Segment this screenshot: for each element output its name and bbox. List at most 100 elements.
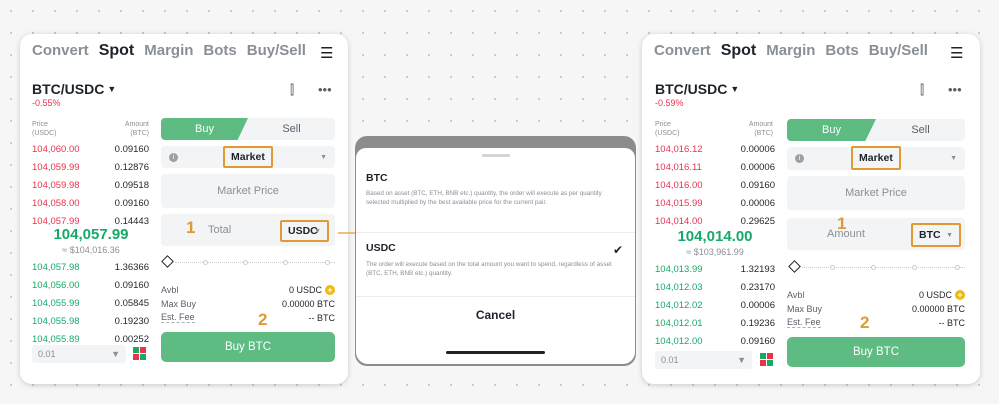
slider-tick[interactable] <box>203 260 208 265</box>
tab-margin[interactable]: Margin <box>766 42 815 59</box>
candlestick-icon[interactable]: ⫿ <box>920 82 924 98</box>
orderbook-layout-icon[interactable] <box>760 353 773 366</box>
bid-row[interactable]: 104,012.01 0.19236 <box>655 314 775 332</box>
order-price: 104,055.98 <box>32 315 80 327</box>
amount-slider[interactable] <box>788 260 965 274</box>
buy-sell-toggle: Buy Sell <box>161 118 335 140</box>
order-type-highlight[interactable]: Market <box>851 146 901 170</box>
chevron-down-icon: ▼ <box>737 355 746 365</box>
slider-tick[interactable] <box>871 265 876 270</box>
order-amount: 0.09160 <box>114 197 149 209</box>
max-buy-value: 0.00000 BTC <box>911 303 965 314</box>
sheet-handle[interactable] <box>482 154 510 157</box>
amount-slider[interactable] <box>161 255 335 269</box>
more-dots-icon[interactable]: ••• <box>948 82 962 97</box>
option-btc[interactable]: BTC Based on asset (BTC, ETH, BNB etc.) … <box>356 164 635 234</box>
sell-tab[interactable]: Sell <box>248 118 335 140</box>
buy-tab[interactable]: Buy <box>787 119 876 141</box>
order-amount: 0.09160 <box>740 179 775 191</box>
price-header: Price (USDC) <box>655 121 680 137</box>
tab-buy-sell[interactable]: Buy/Sell <box>869 42 928 59</box>
bid-row[interactable]: 104,013.99 1.32193 <box>655 260 775 278</box>
buy-tab[interactable]: Buy <box>161 118 248 140</box>
slider-tick[interactable] <box>955 265 960 270</box>
hamburger-icon[interactable]: ☰ <box>950 44 963 62</box>
slider-tick[interactable] <box>912 265 917 270</box>
fee-row: Est. Fee -- BTC <box>787 316 965 329</box>
ask-row[interactable]: 104,058.00 0.09160 <box>32 194 149 212</box>
ask-row[interactable]: 104,016.11 0.00006 <box>655 158 775 176</box>
order-price: 104,016.12 <box>655 143 703 155</box>
tab-spot[interactable]: Spot <box>721 42 757 60</box>
slider-track <box>175 262 335 263</box>
depth-select[interactable]: 0.01 ▼ <box>32 345 126 363</box>
order-amount: 0.00006 <box>740 197 775 209</box>
bid-row[interactable]: 104,012.02 0.00006 <box>655 296 775 314</box>
order-price: 104,057.99 <box>32 215 80 227</box>
price-header: Price (USDC) <box>32 121 57 137</box>
slider-tick[interactable] <box>325 260 330 265</box>
order-amount: 0.23170 <box>740 281 775 293</box>
order-price: 104,059.98 <box>32 179 80 191</box>
unit-select[interactable]: BTC ▼ <box>911 223 961 247</box>
pair-selector[interactable]: BTC/USDC ▼ <box>655 81 739 97</box>
info-icon: i <box>795 154 804 163</box>
candlestick-icon[interactable]: ⫿ <box>290 82 294 98</box>
unit-value: BTC <box>919 229 941 241</box>
hamburger-icon[interactable]: ☰ <box>320 44 333 62</box>
bid-row[interactable]: 104,057.98 1.36366 <box>32 258 149 276</box>
option-btc-description: Based on asset (BTC, ETH, BNB etc.) quan… <box>366 190 602 206</box>
slider-tick[interactable] <box>283 260 288 265</box>
tab-convert[interactable]: Convert <box>654 42 711 59</box>
chevron-down-icon: ▼ <box>320 153 327 161</box>
more-dots-icon[interactable]: ••• <box>318 82 332 97</box>
slider-handle[interactable] <box>788 260 801 273</box>
order-price: 104,060.00 <box>32 143 80 155</box>
ask-row[interactable]: 104,015.99 0.00006 <box>655 194 775 212</box>
buy-btc-button[interactable]: Buy BTC <box>161 332 335 362</box>
cancel-button[interactable]: Cancel <box>356 308 635 322</box>
ask-row[interactable]: 104,016.12 0.00006 <box>655 140 775 158</box>
amount-header: Amount (BTC) <box>748 121 773 137</box>
unit-select[interactable]: USDC ▼ <box>280 220 329 242</box>
tab-bots[interactable]: Bots <box>203 42 236 59</box>
order-type-highlight[interactable]: Market <box>223 146 273 168</box>
order-amount: 0.00252 <box>114 333 149 345</box>
bid-row[interactable]: 104,012.00 0.09160 <box>655 332 775 350</box>
plus-circle-icon[interactable]: + <box>955 289 965 300</box>
tab-margin[interactable]: Margin <box>144 42 193 59</box>
orderbook-layout-icon[interactable] <box>133 347 146 360</box>
slider-handle[interactable] <box>161 255 174 268</box>
slider-tick[interactable] <box>243 260 248 265</box>
tab-convert[interactable]: Convert <box>32 42 89 59</box>
order-price: 104,016.11 <box>655 161 702 173</box>
bid-row[interactable]: 104,012.03 0.23170 <box>655 278 775 296</box>
order-price: 104,013.99 <box>655 263 703 275</box>
fee-label: Est. Fee <box>787 317 821 328</box>
fee-value: -- BTC <box>308 312 336 323</box>
bid-row[interactable]: 104,055.99 0.05845 <box>32 294 149 312</box>
tab-spot[interactable]: Spot <box>99 42 135 60</box>
slider-tick[interactable] <box>830 265 835 270</box>
tab-buy-sell[interactable]: Buy/Sell <box>247 42 306 59</box>
order-price: 104,015.99 <box>655 197 703 209</box>
buy-btc-button[interactable]: Buy BTC <box>787 337 965 367</box>
chevron-down-icon: ▼ <box>111 349 120 359</box>
bid-row[interactable]: 104,055.98 0.19230 <box>32 312 149 330</box>
depth-select[interactable]: 0.01 ▼ <box>655 351 752 369</box>
plus-circle-icon[interactable]: + <box>325 284 335 295</box>
ask-row[interactable]: 104,059.98 0.09518 <box>32 176 149 194</box>
ask-row[interactable]: 104,016.00 0.09160 <box>655 176 775 194</box>
ask-row[interactable]: 104,060.00 0.09160 <box>32 140 149 158</box>
ask-row[interactable]: 104,059.99 0.12876 <box>32 158 149 176</box>
tab-bots[interactable]: Bots <box>825 42 858 59</box>
market-price-placeholder: Market Price <box>217 185 279 197</box>
order-type-value: Market <box>231 151 265 163</box>
step-1-marker: 1 <box>186 218 196 237</box>
order-amount: 0.12876 <box>114 161 149 173</box>
option-usdc[interactable]: USDC ✔ The order will execute based on t… <box>356 236 635 292</box>
sell-tab[interactable]: Sell <box>876 119 965 141</box>
pair-label: BTC/USDC <box>655 81 728 97</box>
pair-selector[interactable]: BTC/USDC ▼ <box>32 81 116 97</box>
bid-row[interactable]: 104,056.00 0.09160 <box>32 276 149 294</box>
